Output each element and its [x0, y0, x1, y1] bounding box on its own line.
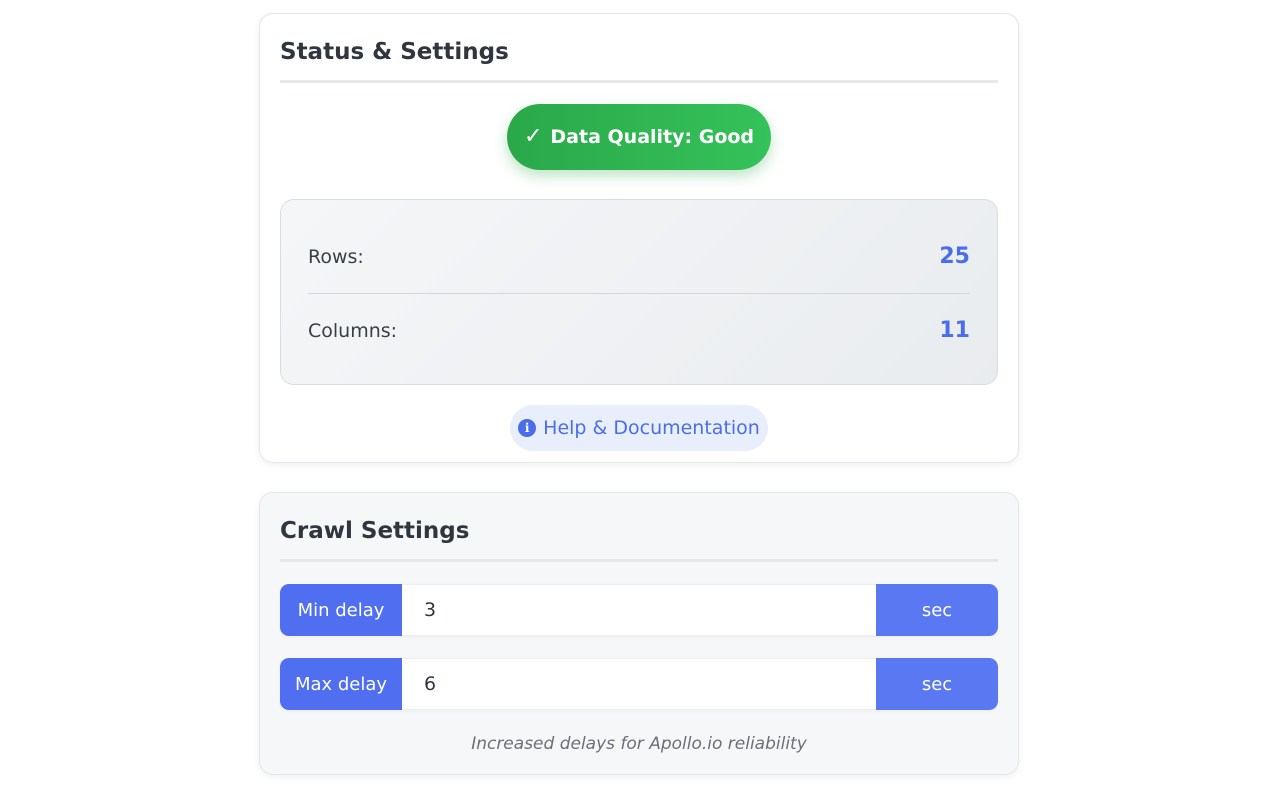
quality-row: ✓ Data Quality: Good	[280, 104, 998, 170]
min-delay-field-group: Min delay sec	[280, 584, 998, 636]
help-row: i Help & Documentation	[280, 405, 998, 451]
crawl-settings-title: Crawl Settings	[280, 493, 998, 562]
app-root: Status & Settings ✓ Data Quality: Good R…	[0, 0, 1280, 800]
stat-row-rows: Rows: 25	[308, 220, 970, 294]
min-delay-input[interactable]	[402, 584, 876, 636]
crawl-settings-title-text: Crawl Settings	[280, 518, 470, 544]
help-documentation-button[interactable]: i Help & Documentation	[510, 405, 768, 451]
max-delay-input[interactable]	[402, 658, 876, 710]
min-delay-unit: sec	[876, 584, 998, 636]
stat-row-columns: Columns: 11	[308, 294, 970, 367]
info-icon: i	[518, 419, 537, 437]
status-settings-card: Status & Settings ✓ Data Quality: Good R…	[259, 13, 1019, 463]
rows-value: 25	[939, 244, 970, 269]
check-icon: ✓	[523, 124, 543, 149]
data-quality-badge: ✓ Data Quality: Good	[507, 104, 771, 170]
max-delay-field-group: Max delay sec	[280, 658, 998, 710]
stats-panel: Rows: 25 Columns: 11	[280, 199, 998, 385]
data-quality-label: Data Quality: Good	[550, 126, 755, 148]
crawl-note: Increased delays for Apollo.io reliabili…	[471, 734, 807, 754]
rows-label: Rows:	[308, 245, 364, 268]
min-delay-label: Min delay	[280, 584, 402, 636]
columns-value: 11	[939, 318, 970, 343]
columns-label: Columns:	[308, 319, 398, 342]
status-settings-title-text: Status & Settings	[280, 39, 509, 65]
help-documentation-label: Help & Documentation	[543, 417, 760, 439]
status-settings-title: Status & Settings	[280, 14, 998, 83]
crawl-settings-card: Crawl Settings Min delay sec Max delay s…	[259, 492, 1019, 775]
max-delay-unit: sec	[876, 658, 998, 710]
max-delay-label: Max delay	[280, 658, 402, 710]
